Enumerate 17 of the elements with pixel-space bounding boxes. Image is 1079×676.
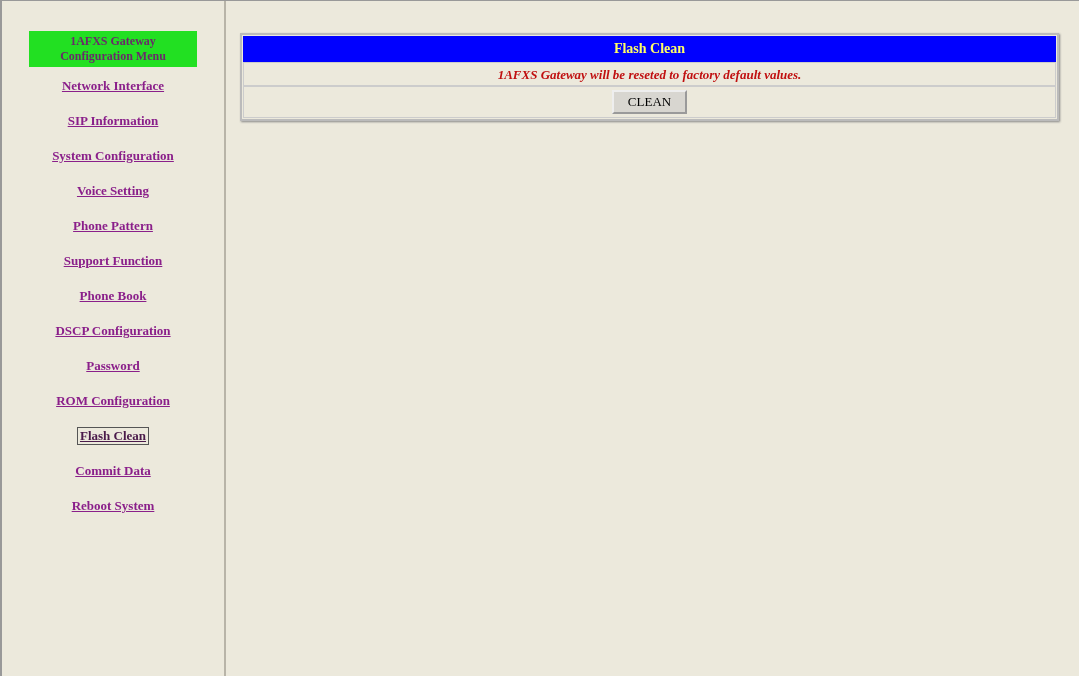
clean-button[interactable]: CLEAN xyxy=(611,90,688,114)
menu-link[interactable]: Reboot System xyxy=(37,497,189,515)
menu-title: 1AFXS Gateway Configuration Menu xyxy=(29,31,197,67)
warning-message: 1AFXS Gateway will be reseted to factory default values. xyxy=(497,67,802,82)
menu-link[interactable]: Flash Clean xyxy=(76,427,150,445)
menu-link[interactable]: ROM Configuration xyxy=(37,392,189,410)
menu-link[interactable]: Phone Book xyxy=(37,287,189,305)
menu-link[interactable]: Phone Pattern xyxy=(37,217,189,235)
panel-title: Flash Clean xyxy=(243,36,1056,62)
menu-link[interactable]: Password xyxy=(37,357,189,375)
menu-link[interactable]: SIP Information xyxy=(37,112,189,130)
menu-link[interactable]: System Configuration xyxy=(37,147,189,165)
menu-link[interactable]: Voice Setting xyxy=(37,182,189,200)
menu-link[interactable]: Commit Data xyxy=(37,462,189,480)
menu-link[interactable]: Support Function xyxy=(37,252,189,270)
menu-link[interactable]: Network Interface xyxy=(37,77,189,95)
menu-link[interactable]: DSCP Configuration xyxy=(37,322,189,340)
